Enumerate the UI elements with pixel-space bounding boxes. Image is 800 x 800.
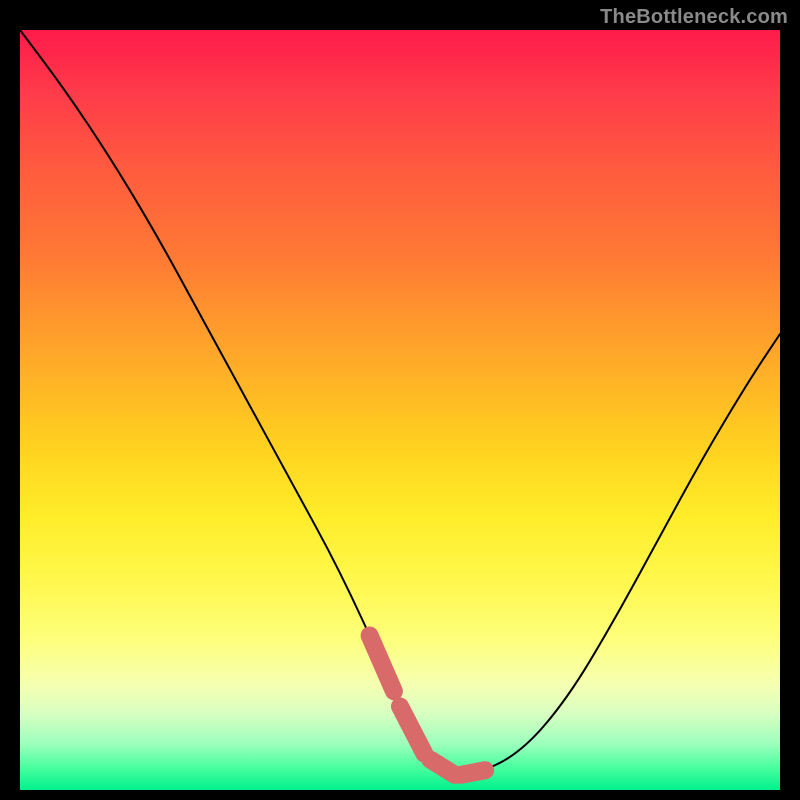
- highlight-segment: [370, 635, 486, 774]
- chart-frame: TheBottleneck.com: [0, 0, 800, 800]
- watermark-text: TheBottleneck.com: [600, 6, 788, 29]
- plot-area: [20, 30, 780, 790]
- curve-svg: [20, 30, 780, 790]
- bottleneck-curve: [20, 30, 780, 775]
